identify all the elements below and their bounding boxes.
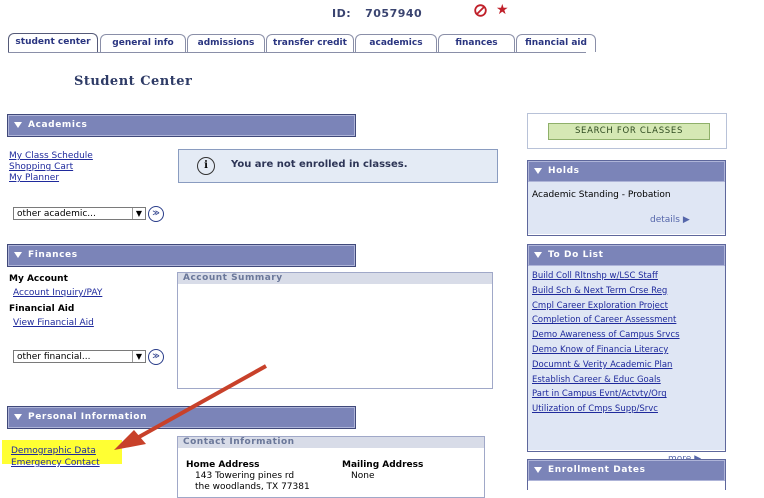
- todo-panel: To Do List Build Coll Rltnshp w/LSC Staf…: [527, 244, 726, 464]
- chevron-down-icon[interactable]: ▼: [132, 208, 145, 219]
- finances-section-header[interactable]: Finances: [7, 244, 356, 267]
- enrollment-dates-header-label: Enrollment Dates: [548, 465, 646, 475]
- shopping-cart-link[interactable]: Shopping Cart: [9, 162, 93, 173]
- tab-academics[interactable]: academics: [355, 34, 437, 52]
- academics-header-label: Academics: [28, 120, 88, 130]
- todo-item[interactable]: Completion of Career Assessment: [532, 313, 725, 328]
- holds-body: Academic Standing - Probation details ▶: [528, 182, 725, 234]
- academics-links: My Class Schedule Shopping Cart My Plann…: [9, 151, 93, 184]
- other-academic-select[interactable]: other academic... ▼: [13, 207, 146, 220]
- todo-item[interactable]: Demo Awareness of Campus Srvcs: [532, 328, 725, 343]
- student-id: ID: 7057940: [332, 7, 422, 20]
- emergency-contact-link[interactable]: Emergency Contact: [11, 458, 100, 468]
- todo-item[interactable]: Establish Career & Educ Goals: [532, 373, 725, 388]
- holds-details-link[interactable]: details ▶: [650, 215, 690, 225]
- mailing-address-value: None: [351, 471, 375, 481]
- star-icon[interactable]: ★: [496, 2, 509, 18]
- home-address-line2: the woodlands, TX 77381: [195, 482, 310, 492]
- todo-item[interactable]: Utilization of Cmps Supp/Srvc: [532, 402, 725, 417]
- holds-panel: Holds Academic Standing - Probation deta…: [527, 160, 726, 236]
- collapse-triangle-icon[interactable]: [534, 251, 542, 258]
- demographic-data-link[interactable]: Demographic Data: [11, 446, 96, 456]
- tab-transfer-credit[interactable]: transfer credit: [266, 34, 354, 52]
- enrollment-dates-header[interactable]: Enrollment Dates: [528, 460, 725, 481]
- search-box: SEARCH FOR CLASSES: [527, 113, 727, 149]
- view-financial-aid-link[interactable]: View Financial Aid: [13, 318, 94, 328]
- id-label: ID:: [332, 7, 352, 20]
- other-financial-select-value: other financial...: [17, 352, 91, 362]
- my-planner-link[interactable]: My Planner: [9, 173, 93, 184]
- tab-student-center[interactable]: student center: [8, 33, 98, 53]
- account-inquiry-link[interactable]: Account Inquiry/PAY: [13, 288, 102, 298]
- details-label: details: [650, 215, 680, 225]
- todo-header[interactable]: To Do List: [528, 245, 725, 266]
- annotation-arrow: [114, 364, 267, 450]
- todo-body: Build Coll Rltnshp w/LSC Staff Build Sch…: [528, 266, 725, 464]
- todo-item[interactable]: Build Coll Rltnshp w/LSC Staff: [532, 269, 725, 284]
- arrow-right-icon: ▶: [682, 215, 690, 225]
- search-for-classes-button[interactable]: SEARCH FOR CLASSES: [548, 123, 710, 140]
- collapse-triangle-icon[interactable]: [14, 121, 22, 128]
- tab-admissions[interactable]: admissions: [187, 34, 265, 52]
- collapse-triangle-icon[interactable]: [14, 251, 22, 258]
- collapse-triangle-icon[interactable]: [14, 413, 22, 420]
- academics-section-header[interactable]: Academics: [7, 114, 356, 137]
- go-academic-button[interactable]: ≫: [148, 206, 164, 222]
- home-address-label: Home Address: [186, 460, 260, 470]
- todo-item[interactable]: Build Sch & Next Term Crse Reg: [532, 284, 725, 299]
- mailing-address-label: Mailing Address: [342, 460, 424, 470]
- financial-aid-label: Financial Aid: [9, 304, 75, 314]
- id-value: 7057940: [365, 7, 423, 20]
- todo-item[interactable]: Demo Know of Financia Literacy: [532, 343, 725, 358]
- todo-header-label: To Do List: [548, 250, 604, 260]
- collapse-triangle-icon[interactable]: [534, 167, 542, 174]
- no-entry-icon[interactable]: [474, 4, 487, 17]
- page-title: Student Center: [74, 74, 193, 89]
- holds-header-label: Holds: [548, 166, 580, 176]
- hold-item: Academic Standing - Probation: [532, 190, 671, 200]
- my-account-label: My Account: [9, 274, 68, 284]
- tab-financial-aid[interactable]: financial aid: [516, 34, 596, 52]
- tab-general-info[interactable]: general info: [100, 34, 186, 52]
- enrollment-dates-panel: Enrollment Dates: [527, 459, 726, 490]
- todo-item[interactable]: Part in Campus Evnt/Actvty/Org: [532, 387, 725, 402]
- account-summary-title: Account Summary: [178, 273, 492, 284]
- info-message: You are not enrolled in classes.: [231, 159, 408, 170]
- my-class-schedule-link[interactable]: My Class Schedule: [9, 151, 93, 162]
- holds-header[interactable]: Holds: [528, 161, 725, 182]
- todo-item[interactable]: Documnt & Verity Academic Plan: [532, 358, 725, 373]
- home-address-line1: 143 Towering pines rd: [195, 471, 295, 481]
- info-icon: i: [197, 157, 215, 175]
- tab-finances[interactable]: finances: [438, 34, 515, 52]
- enrollment-info-box: i You are not enrolled in classes.: [178, 149, 498, 183]
- finances-header-label: Finances: [28, 250, 78, 260]
- todo-item[interactable]: Cmpl Career Exploration Project: [532, 299, 725, 314]
- tab-divider: [8, 52, 586, 53]
- other-academic-select-value: other academic...: [17, 209, 96, 219]
- collapse-triangle-icon[interactable]: [534, 466, 542, 473]
